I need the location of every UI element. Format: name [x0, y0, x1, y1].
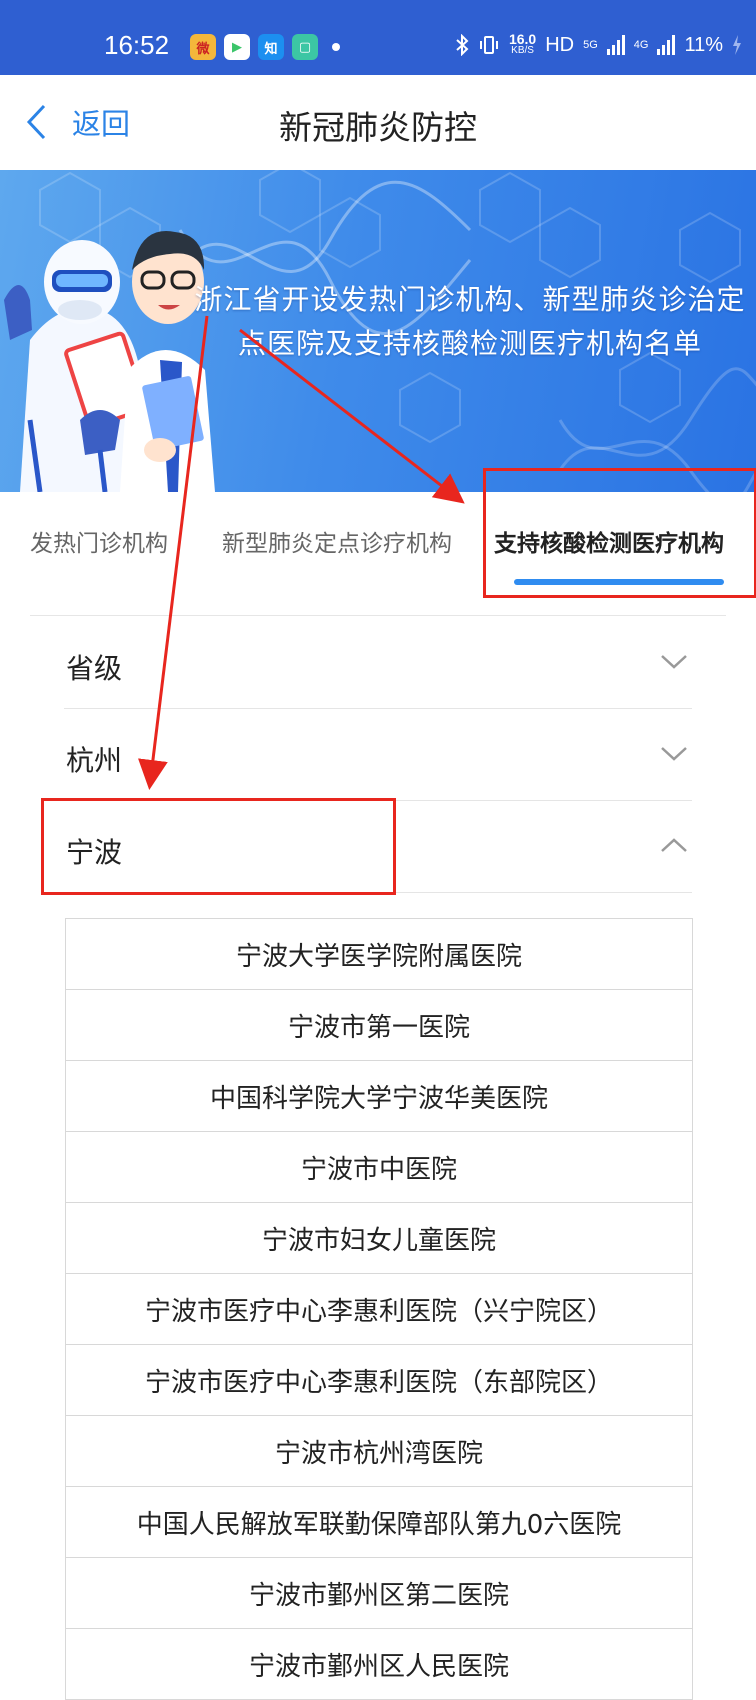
banner-title-line-1: 浙江省开设发热门诊机构、新型肺炎诊治定 — [194, 283, 746, 316]
hospital-row[interactable]: 宁波市杭州湾医院 — [66, 1416, 692, 1487]
nav-bar: 返回 新冠肺炎防控 — [0, 75, 756, 170]
hospital-row[interactable]: 宁波市第一医院 — [66, 990, 692, 1061]
banner-title-line-2: 点医院及支持核酸检测医疗机构名单 — [237, 327, 702, 360]
tab-fever-clinics[interactable]: 发热门诊机构 — [30, 524, 168, 558]
hospital-row[interactable]: 中国科学院大学宁波华美医院 — [66, 1061, 692, 1132]
hospital-row[interactable]: 宁波市中医院 — [66, 1132, 692, 1203]
signal-5g-label: 5G — [583, 39, 598, 51]
section-provincial[interactable]: 省级 — [64, 617, 692, 709]
green-app-icon: ▢ — [292, 34, 318, 60]
notification-icons: 微 ▶ 知 ▢ — [190, 34, 340, 60]
chevron-down-icon — [661, 655, 687, 669]
weibo-icon: 微 — [190, 34, 216, 60]
hospital-row[interactable]: 宁波大学医学院附属医院 — [66, 919, 692, 990]
signal-4g-label: 4G — [633, 39, 649, 51]
hospital-row[interactable]: 宁波市妇女儿童医院 — [66, 1203, 692, 1274]
signal-5g-icon — [606, 35, 625, 55]
hospital-list: 宁波大学医学院附属医院 宁波市第一医院 中国科学院大学宁波华美医院 宁波市中医院… — [65, 918, 693, 1700]
section-hangzhou[interactable]: 杭州 — [64, 709, 692, 801]
annotation-box-tab — [483, 468, 756, 598]
hospital-row[interactable]: 宁波市医疗中心李惠利医院（东部院区） — [66, 1345, 692, 1416]
hospital-row[interactable]: 中国人民解放军联勤保障部队第九0六医院 — [66, 1487, 692, 1558]
tab-designated-hospitals[interactable]: 新型肺炎定点诊疗机构 — [222, 524, 452, 558]
battery-percent: 11% — [684, 33, 723, 56]
chevron-down-icon — [661, 747, 687, 761]
status-indicators: 16.0 KB/S HD 5G 4G 11% — [455, 31, 742, 57]
annotation-box-ningbo — [41, 798, 396, 895]
tabs-divider — [30, 615, 726, 616]
status-time: 16:52 — [104, 30, 170, 60]
hero-banner: 浙江省开设发热门诊机构、新型肺炎诊治定 点医院及支持核酸检测医疗机构名单 — [0, 170, 756, 492]
more-dot-icon — [332, 43, 340, 51]
page-title: 新冠肺炎防控 — [279, 108, 477, 147]
network-speed: 16.0 KB/S — [508, 31, 537, 56]
video-app-icon: ▶ — [224, 34, 250, 60]
signal-4g-icon — [657, 35, 676, 55]
hospital-row[interactable]: 宁波市鄞州区第二医院 — [66, 1558, 692, 1629]
zhihu-icon: 知 — [258, 34, 284, 60]
vibrate-icon — [479, 36, 498, 54]
chevron-up-icon — [661, 838, 687, 852]
bluetooth-icon — [456, 34, 469, 56]
hospital-row[interactable]: 宁波市医疗中心李惠利医院（兴宁院区） — [66, 1274, 692, 1345]
hospital-row[interactable]: 宁波市鄞州区人民医院 — [66, 1629, 692, 1700]
section-label: 省级 — [66, 652, 123, 685]
status-bar: 16:52 微 ▶ 知 ▢ 16.0 KB/S HD 5G 4G 11% — [0, 0, 756, 75]
section-label: 杭州 — [66, 744, 123, 777]
banner-title: 浙江省开设发热门诊机构、新型肺炎诊治定 点医院及支持核酸检测医疗机构名单 — [190, 278, 750, 366]
hd-label: HD — [545, 33, 575, 56]
charging-icon — [733, 35, 741, 55]
